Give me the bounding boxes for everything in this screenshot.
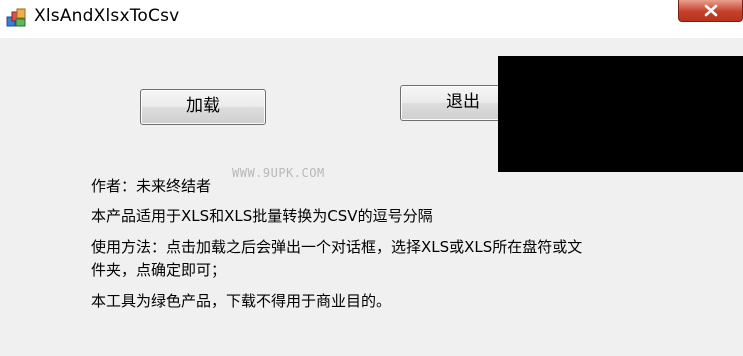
- usage-label-line2: 件夹，点确定即可；: [91, 261, 227, 279]
- usage-label-line1: 使用方法：点击加载之后会弹出一个对话框，选择XLS或XLS所在盘符或文: [91, 238, 583, 256]
- app-window: XlsAndXlsxToCsv 加载 退出 WWW.9UPK.COM 作者：未来…: [0, 0, 743, 356]
- close-icon: [704, 4, 718, 17]
- note-label: 本工具为绿色产品，下载不得用于商业目的。: [91, 292, 392, 310]
- watermark-text: WWW.9UPK.COM: [232, 166, 325, 180]
- load-button[interactable]: 加载: [140, 89, 266, 125]
- window-title: XlsAndXlsxToCsv: [34, 6, 180, 26]
- app-icon: [6, 8, 28, 28]
- redaction-box: [498, 56, 743, 172]
- client-area: 加载 退出 WWW.9UPK.COM 作者：未来终结者 本产品适用于XLS和XL…: [0, 38, 743, 356]
- purpose-label: 本产品适用于XLS和XLS批量转换为CSV的逗号分隔: [91, 207, 433, 225]
- close-button[interactable]: [678, 0, 743, 22]
- title-bar[interactable]: XlsAndXlsxToCsv: [0, 0, 743, 38]
- author-label: 作者：未来终结者: [91, 177, 212, 195]
